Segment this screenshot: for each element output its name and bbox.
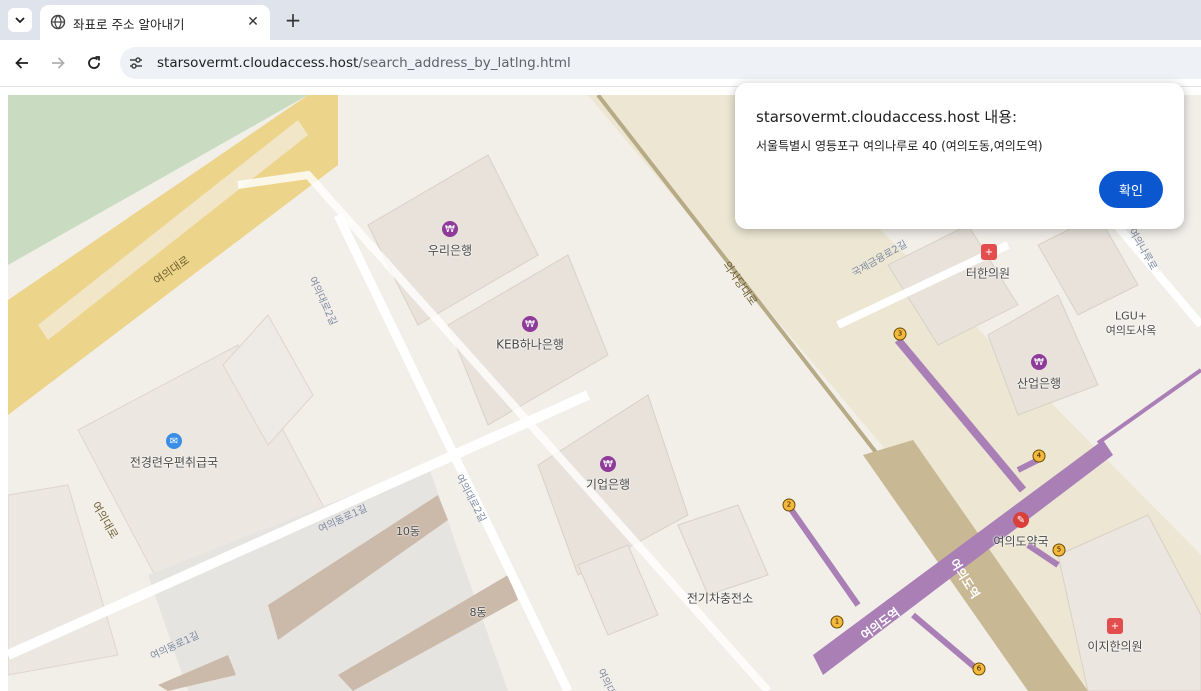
tab-active[interactable]: 좌표로 주소 알아내기 ✕: [40, 5, 270, 40]
building-label: 8동: [469, 606, 487, 619]
tab-title: 좌표로 주소 알아내기: [73, 17, 185, 32]
chevron-down-icon: [15, 17, 25, 24]
address-bar[interactable]: starsovermt.cloudaccess.host/search_addr…: [120, 47, 1201, 79]
tab-strip: 좌표로 주소 알아내기 ✕ +: [0, 0, 1201, 40]
place-label[interactable]: 전기차충전소: [687, 590, 753, 607]
subway-exit-marker[interactable]: 2: [782, 498, 796, 512]
hospital-icon[interactable]: +: [981, 244, 997, 260]
dialog-title: starsovermt.cloudaccess.host 내용:: [756, 108, 1018, 126]
new-tab-button[interactable]: +: [282, 8, 304, 32]
dialog-message: 서울특별시 영등포구 여의나루로 40 (여의도동,여의도역): [756, 139, 1043, 153]
close-icon[interactable]: ✕: [244, 13, 262, 31]
arrow-left-icon: [15, 57, 28, 69]
forward-button[interactable]: [47, 52, 69, 74]
place-label[interactable]: 기업은행: [586, 476, 630, 493]
reload-icon: [88, 56, 100, 69]
site-info-button[interactable]: [126, 53, 146, 73]
place-label[interactable]: KEB하나은행: [496, 336, 564, 353]
url-path: /search_address_by_latlng.html: [358, 55, 571, 71]
place-label[interactable]: 여의도사옥: [1106, 322, 1157, 338]
subway-exit-marker[interactable]: 4: [1032, 449, 1046, 463]
tune-icon: [130, 57, 142, 69]
place-label[interactable]: 터한의원: [966, 265, 1010, 282]
reload-button[interactable]: [83, 52, 105, 74]
post-office-icon[interactable]: ✉: [166, 433, 182, 449]
bank-icon[interactable]: ₩: [600, 456, 616, 472]
ok-button[interactable]: 확인: [1099, 171, 1163, 208]
tab-search-button[interactable]: [8, 8, 32, 32]
bank-icon[interactable]: ₩: [442, 221, 458, 237]
subway-exit-marker[interactable]: 6: [972, 662, 986, 676]
hospital-icon[interactable]: +: [1107, 618, 1123, 634]
subway-exit-marker[interactable]: 3: [893, 327, 907, 341]
pharmacy-icon[interactable]: ✎: [1013, 512, 1029, 528]
building-label: 10동: [395, 525, 421, 538]
subway-exit-marker[interactable]: 5: [1052, 543, 1066, 557]
bank-icon[interactable]: ₩: [522, 316, 538, 332]
browser-toolbar: starsovermt.cloudaccess.host/search_addr…: [0, 40, 1201, 87]
back-button[interactable]: [11, 52, 33, 74]
bank-icon[interactable]: ₩: [1031, 354, 1047, 370]
alert-dialog: starsovermt.cloudaccess.host 내용: 서울특별시 영…: [735, 83, 1184, 229]
place-label[interactable]: 우리은행: [428, 242, 472, 259]
arrow-right-icon: [52, 57, 65, 69]
place-label[interactable]: 이지한의원: [1087, 638, 1142, 655]
subway-exit-marker[interactable]: 1: [830, 615, 844, 629]
url-host: starsovermt.cloudaccess.host: [157, 55, 359, 71]
place-label[interactable]: 여의도약국: [993, 533, 1048, 550]
url-text[interactable]: starsovermt.cloudaccess.host/search_addr…: [157, 55, 571, 71]
place-label[interactable]: 산업은행: [1017, 375, 1061, 392]
place-label[interactable]: 전경련우편취급국: [130, 454, 218, 471]
place-label[interactable]: LGU+: [1115, 310, 1147, 323]
globe-icon: [50, 14, 66, 30]
